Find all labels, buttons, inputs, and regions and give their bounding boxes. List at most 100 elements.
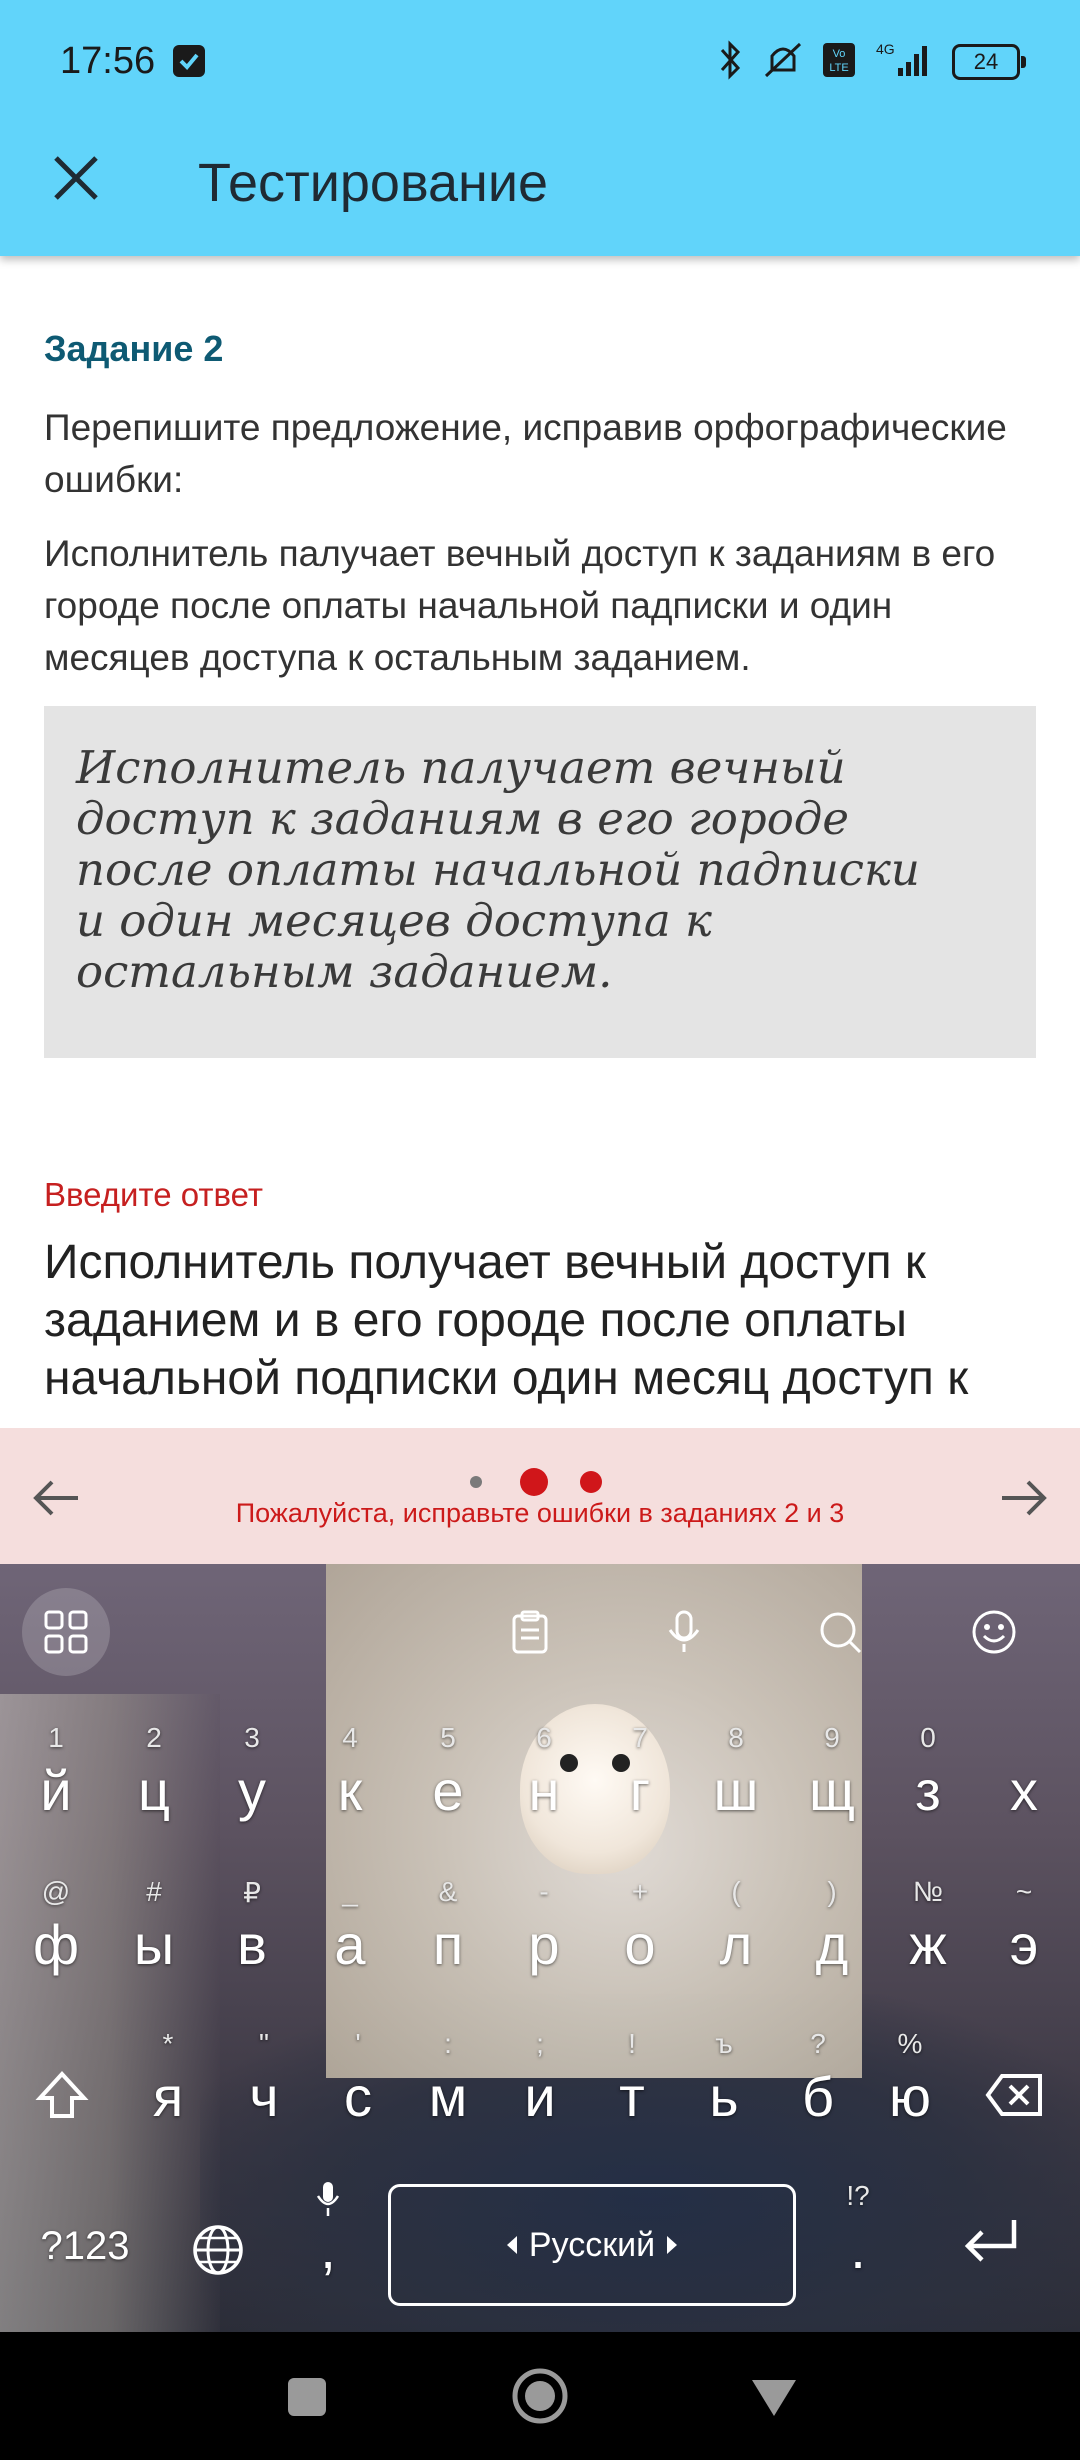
key-ш[interactable]: 8ш [688,1714,784,1842]
answer-input[interactable]: Исполнитель получает вечный доступ к зад… [44,1234,1044,1432]
key-э[interactable]: ~ э [976,1868,1072,1996]
key-label: р [528,1913,560,1976]
key-label: у [238,1759,266,1822]
key-hint: 2 [146,1722,162,1753]
key-hint: & [438,1876,458,1907]
task-image: Исполнитель палучает вечный доступ к зад… [44,706,1036,1058]
key-к[interactable]: 4к [302,1714,398,1842]
key-л[interactable]: (л [688,1868,784,1996]
backspace-key[interactable] [968,2020,1064,2148]
key-label: с [344,2065,372,2128]
key-ц[interactable]: 2ц [106,1714,202,1842]
enter-key[interactable] [944,2172,1040,2300]
emoji-button[interactable] [950,1588,1038,1676]
space-key[interactable]: Русский [388,2184,796,2306]
key-щ[interactable]: 9щ [784,1714,880,1842]
key-label: м [428,2065,468,2128]
key-label: х [1010,1759,1038,1822]
key-в[interactable]: ₽ в [204,1868,300,1996]
triangle-back-icon [752,2380,796,2416]
back-button[interactable] [742,2364,806,2428]
key-ю[interactable]: % ю [862,2020,958,2148]
key-label: ц [137,1759,171,1822]
key-label: я [152,2065,184,2128]
key-hint: ( [731,1876,741,1907]
clipboard-button[interactable] [486,1588,574,1676]
key-hint: !? [846,2180,870,2211]
key-hint: % [897,2028,923,2059]
task-image-line: после оплаты начальной падписки [76,843,920,896]
key-е[interactable]: 5е [400,1714,496,1842]
key-а[interactable]: _ а [302,1868,398,1996]
key-hint: № [912,1876,944,1907]
signal-4g-icon: 4G [874,40,934,85]
voice-input-button[interactable] [640,1588,728,1676]
key-и[interactable]: ; и [492,2020,588,2148]
volte-icon: Vo LTE [822,42,856,83]
progress-dot-3[interactable] [580,1471,602,1493]
recents-button[interactable] [274,2364,338,2428]
key-н[interactable]: 6н [496,1714,592,1842]
key-я[interactable]: * я [120,2020,216,2148]
question-navigation: Пожалуйста, исправьте ошибки в заданиях … [0,1428,1080,1564]
close-button[interactable] [48,150,104,206]
key-п[interactable]: & п [400,1868,496,1996]
key-г[interactable]: 7г [592,1714,688,1842]
home-circle-icon [512,2368,568,2424]
error-message: Пожалуйста, исправьте ошибки в заданиях … [235,1498,845,1528]
key-д[interactable]: ) д [784,1868,880,1996]
key-label: л [719,1913,753,1976]
home-button[interactable] [508,2364,572,2428]
progress-dot-1[interactable] [470,1476,482,1488]
key-hint: * [162,2028,174,2059]
check-square-icon [173,45,205,77]
key-label: ы [133,1913,175,1976]
key-у[interactable]: 3у [204,1714,300,1842]
key-й[interactable]: 1й [8,1714,104,1842]
arrow-right-icon [1002,1480,1047,1516]
next-button[interactable] [996,1470,1052,1526]
task-number: Задание 2 [44,328,224,369]
task-instruction: Перепишите предложение, исправив орфогра… [44,407,1007,500]
search-button[interactable] [796,1588,884,1676]
key-х[interactable]: х [976,1714,1072,1842]
key-label: ?123 [40,2224,130,2268]
grid-button[interactable] [22,1588,110,1676]
language-key[interactable] [170,2172,266,2300]
key-label: е [432,1759,464,1822]
key-ж[interactable]: № ж [880,1868,976,1996]
key-label: т [619,2065,645,2128]
progress-dot-2[interactable] [520,1468,548,1496]
bluetooth-icon [718,39,744,85]
key-label: а [334,1913,366,1976]
key-ь[interactable]: ъь [676,2020,772,2148]
key-з[interactable]: 0з [880,1714,976,1842]
period-key[interactable]: !?. [810,2172,906,2300]
shift-key[interactable] [14,2020,110,2148]
key-hint: ? [810,2028,826,2059]
symbols-key[interactable]: ?123 [20,2172,150,2300]
comma-key[interactable]: , [280,2172,376,2300]
key-hint: : [444,2028,452,2059]
key-м[interactable]: :м [400,2020,496,2148]
key-label: ф [32,1913,80,1976]
keyboard-toolbar [0,1564,1080,1700]
emoji-icon [972,1610,1016,1654]
key-б[interactable]: ? б [770,2020,866,2148]
key-label: щ [808,1759,856,1822]
key-ч[interactable]: " ч [216,2020,312,2148]
key-label: й [40,1759,72,1822]
key-hint: + [631,1876,649,1907]
key-о[interactable]: + о [592,1868,688,1996]
key-р[interactable]: -р [496,1868,592,1996]
system-navigation-bar [0,2332,1080,2460]
key-т[interactable]: ! т [584,2020,680,2148]
key-ф[interactable]: @ ф [8,1868,104,1996]
key-ы[interactable]: # ы [106,1868,202,1996]
key-label: б [801,2065,835,2128]
key-hint: " [259,2028,269,2059]
key-с[interactable]: ' с [310,2020,406,2148]
task-image-line: остальным заданием. [76,945,613,998]
space-language-label: Русский [528,2225,656,2264]
key-label: о [624,1913,656,1976]
